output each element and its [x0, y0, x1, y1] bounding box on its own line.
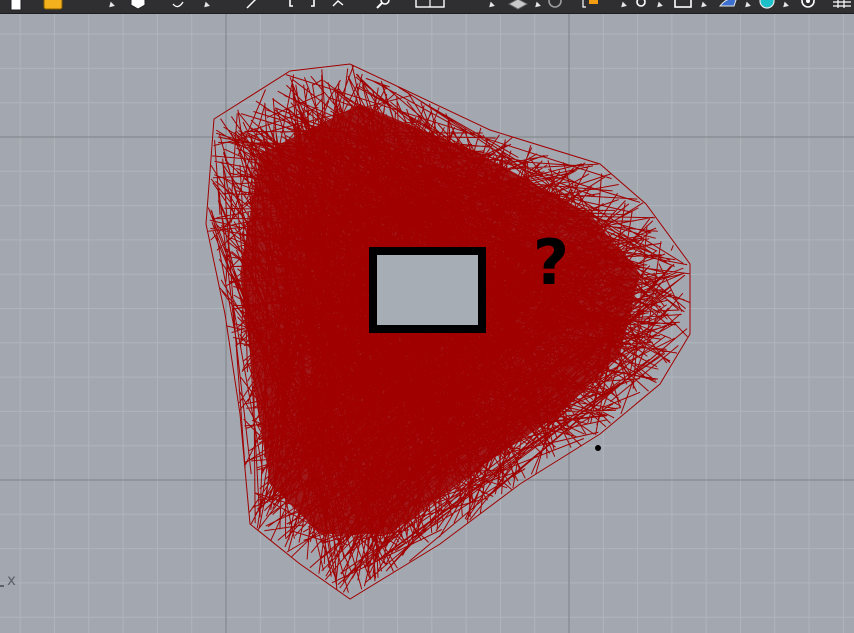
paint-icon[interactable] — [716, 0, 740, 12]
new-file-icon[interactable] — [8, 0, 24, 12]
dropdown-arrow-icon[interactable] — [202, 1, 210, 10]
dropdown-arrow-icon[interactable] — [107, 1, 115, 10]
polyline-icon[interactable] — [330, 0, 346, 12]
rectangle-icon[interactable] — [672, 0, 694, 12]
dropdown-arrow-icon[interactable] — [619, 1, 627, 10]
layer-icon[interactable] — [580, 0, 604, 12]
axis-label-x: x — [7, 571, 16, 589]
fill-icon[interactable] — [128, 0, 148, 12]
black-dot — [595, 445, 601, 451]
dropdown-arrow-icon[interactable] — [533, 1, 541, 10]
toolbar — [0, 0, 854, 14]
circle-icon[interactable] — [545, 0, 565, 12]
bracket-icon[interactable] — [284, 0, 320, 12]
center-rectangle[interactable] — [369, 247, 486, 333]
open-folder-icon[interactable] — [42, 0, 64, 12]
dropdown-arrow-icon[interactable] — [487, 1, 495, 10]
globe-icon[interactable] — [756, 0, 778, 12]
axis-tick-mark — [0, 585, 4, 587]
scene-svg: ? — [0, 14, 854, 633]
dropdown-arrow-icon[interactable] — [743, 1, 751, 10]
gear-icon[interactable] — [796, 0, 820, 12]
curve-icon[interactable] — [170, 0, 186, 12]
line-icon[interactable] — [244, 0, 260, 12]
question-mark-annotation: ? — [533, 226, 569, 299]
grid-icon[interactable] — [830, 0, 854, 12]
pin-icon[interactable] — [633, 0, 649, 12]
dropdown-arrow-icon[interactable] — [781, 1, 789, 10]
dropdown-arrow-icon[interactable] — [699, 1, 707, 10]
magnifier-icon[interactable] — [373, 0, 393, 12]
view-layout-icon[interactable] — [413, 0, 447, 12]
dropdown-arrow-icon[interactable] — [655, 1, 663, 10]
app-window: ? x — [0, 0, 854, 633]
render-icon[interactable] — [505, 0, 531, 12]
canvas-viewport[interactable]: ? x — [0, 14, 854, 633]
